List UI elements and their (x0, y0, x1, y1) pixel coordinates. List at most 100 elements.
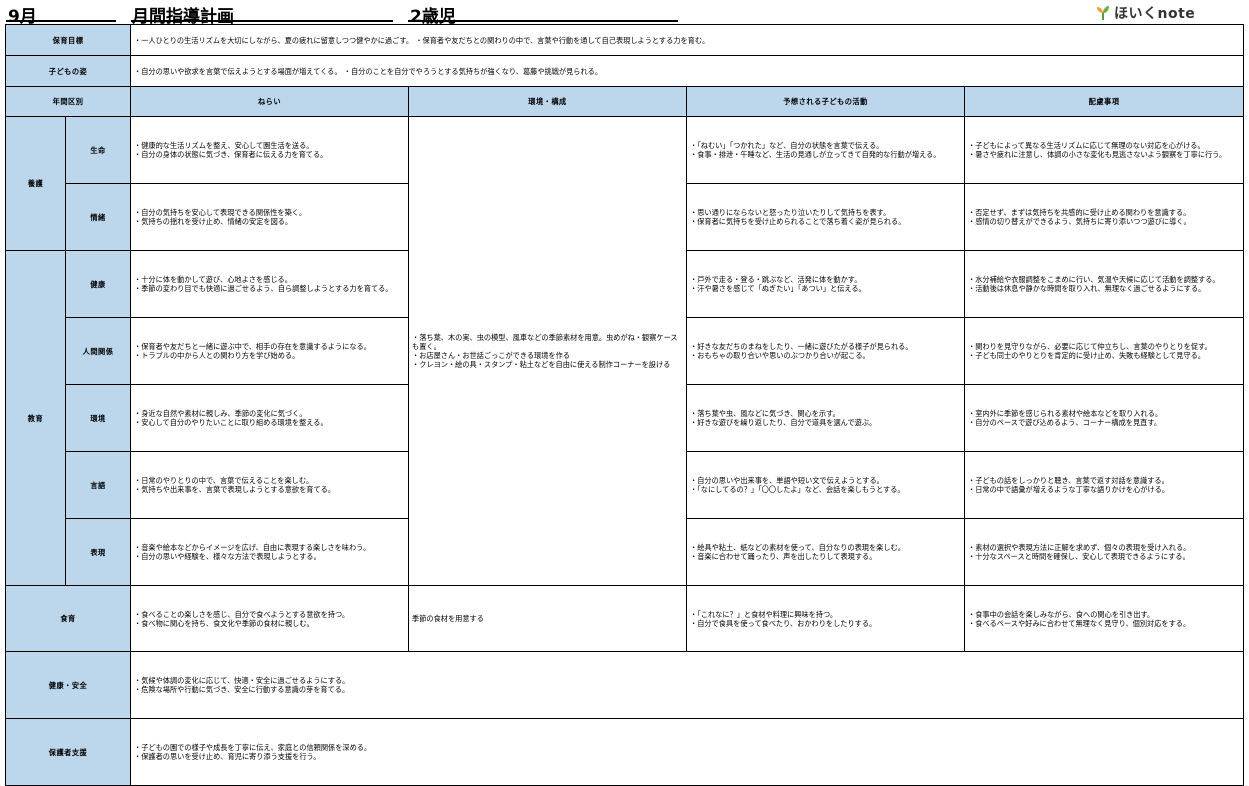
sprout-icon (1097, 6, 1109, 20)
goal-row: 保育目標 ・一人ひとりの生活リズムを大切にしながら、夏の疲れに留意しつつ健やかに… (4, 24, 1245, 56)
logo: ほいくnote (1096, 3, 1195, 23)
aim-line: ・食べることの楽しさを感じ、自分で食べようとする意欲を持つ。 (134, 609, 350, 619)
activity-line: ・落ち葉や虫、風などに気づき、関心を示す。 (690, 409, 840, 418)
safety-label: 健康・安全 (4, 651, 132, 719)
care-line: ・感情の切り替えができるよう、気持ちに寄り添いつつ遊びに導く。 (968, 217, 1191, 226)
column-header-row: 年間区別 ねらい 環境・構成 予想される子どもの活動 配慮事項 (4, 86, 1245, 117)
header-underline (6, 20, 116, 22)
row-label: 環境 (64, 384, 132, 452)
care-line: ・水分補給や衣服調整をこまめに行い、気温や天候に応じて活動を調整する。 (968, 275, 1220, 284)
support-text: ・子どもの園での様子や成長を丁寧に伝え、家庭との信頼関係を深める。 ・保護者の思い… (130, 718, 1245, 786)
care-line: ・子どもの話をしっかりと聴き、言葉で返す対話を意識する。 (968, 476, 1169, 485)
care-cell: ・子どもによって異なる生活リズムに応じて無理のない対応を心がける。 ・暑さや疲れに… (964, 116, 1245, 184)
food-env-cell: 季節の食材を用意する (408, 585, 688, 652)
aim-line: ・日常のやりとりの中で、言葉で伝えることを楽しむ。 (134, 476, 314, 485)
aim-line: ・気持ちの揺れを受け止め、情緒の安定を図る。 (134, 217, 293, 226)
row-label: 健康 (64, 250, 132, 318)
care-cell: ・否定せず、まずは気持ちを共感的に受け止める関わりを意識する。 ・感情の切り替えが… (964, 183, 1245, 251)
activity-line: ・音楽に合わせて踊ったり、声を出したりして表現する。 (690, 552, 877, 561)
safety-line: ・気候や体調の変化に応じて、快適・安全に過ごせるようにする。 (134, 676, 350, 685)
activity-line: ・戸外で走る・登る・跳ぶなど、活発に体を動かす。 (690, 275, 862, 284)
header-underline (408, 20, 678, 22)
care-cell: ・素材の選択や表現方法に正解を求めず、個々の表現を受け入れる。 ・十分なスペースと… (964, 518, 1245, 586)
activity-line: ・汗や暑さを感じて「ぬぎたい」「あつい」と伝える。 (690, 284, 866, 293)
row-safety: 健康・安全 ・気候や体調の変化に応じて、快適・安全に過ごせるようにする。 ・危険な… (4, 651, 1245, 719)
col-activity: 予想される子どもの活動 (686, 86, 966, 117)
food-label: 食育 (4, 585, 132, 652)
activity-line: ・おもちゃの取り合いや思いのぶつかり合いが起こる。 (690, 351, 870, 360)
care-line: ・十分なスペースと時間を確保し、安心して表現できるようにする。 (968, 552, 1190, 561)
row-shokuiku: 食育 ・食べることの楽しさを感じ、自分で食べようとする意欲を持つ。 ・食べ物に関心… (4, 585, 1245, 652)
activity-line: ・自分の思いや出来事を、単語や短い文で伝えようとする。 (690, 476, 884, 485)
activity-line: ・好きな遊びを繰り返したり、自分で道具を選んで遊ぶ。 (690, 418, 877, 427)
safety-text: ・気候や体調の変化に応じて、快適・安全に過ごせるようにする。 ・危険な場所や行動に… (130, 651, 1245, 719)
row-seimei: 養護 生命 ・健康的な生活リズムを整え、安心して園生活を送る。 ・自分の身体の状態… (5, 116, 1245, 586)
support-line: ・保護者の思いを受け止め、育児に寄り添う支援を行う。 (134, 752, 321, 761)
safety-line: ・危険な場所や行動に気づき、安全に行動する意識の芽を育てる。 (134, 685, 350, 694)
env-line: ・落ち葉、木の実、虫の模型、風車などの季節素材を用意。虫めがね・観察ケースも置く… (412, 333, 678, 351)
row-label: 人間関係 (64, 317, 132, 385)
activity-cell: ・自分の思いや出来事を、単語や短い文で伝えようとする。 ・「なにしてるの？」「〇〇… (686, 451, 966, 519)
care-line: ・素材の選択や表現方法に正解を求めず、個々の表現を受け入れる。 (968, 543, 1191, 552)
activity-line: ・食事・排泄・午睡など、生活の見通しが立ってきて自発的な行動が増える。 (690, 150, 941, 159)
care-line: ・子どもによって異なる生活リズムに応じて無理のない対応を心がける。 (968, 141, 1205, 150)
aim-cell: ・音楽や絵本などからイメージを広げ、自由に表現する楽しさを味わう。 ・自分の思いや… (130, 518, 410, 586)
child-label: 子どもの姿 (4, 55, 132, 87)
care-line: ・室内外に季節を感じられる素材や絵本などを取り入れる。 (968, 409, 1163, 418)
care-line: ・活動後は休息や静かな時間を取り入れ、無理なく過ごせるようにする。 (968, 284, 1206, 293)
aim-cell: ・日常のやりとりの中で、言葉で伝えることを楽しむ。 ・気持ちや出来事を、言葉で表現… (130, 451, 410, 519)
activity-line: ・自分で食具を使って食べたり、おかわりをしたりする。 (690, 618, 877, 628)
goal-label: 保育目標 (4, 24, 132, 56)
goal-text: ・一人ひとりの生活リズムを大切にしながら、夏の疲れに留意しつつ健やかに過ごす。 … (130, 24, 1245, 56)
page-header: 9月 月間指導計画 2歳児 ほいくnote (0, 0, 1249, 27)
col-care: 配慮事項 (964, 86, 1245, 117)
aim-line: ・保育者や友だちと一緒に遊ぶ中で、相手の存在を意識するようになる。 (134, 342, 371, 351)
activity-cell: ・「これなに？」と食材や料理に興味を持つ。 ・自分で食具を使って食べたり、おかわり… (686, 585, 966, 652)
group-yogo: 養護 (5, 116, 66, 251)
care-cell: ・室内外に季節を感じられる素材や絵本などを取り入れる。 ・自分のペースで遊び込める… (964, 384, 1245, 452)
activity-cell: ・好きな友だちのまねをしたり、一緒に遊びたがる様子が見られる。 ・おもちゃの取り合… (686, 317, 966, 385)
row-support: 保護者支援 ・子どもの園での様子や成長を丁寧に伝え、家庭との信頼関係を深める。・… (4, 718, 1245, 786)
col-period: 年間区別 (4, 86, 132, 117)
child-row: 子どもの姿 ・自分の思いや欲求を言葉で伝えようとする場面が増えてくる。 ・自分の… (4, 55, 1245, 87)
care-cell: ・水分補給や衣服調整をこまめに行い、気温や天候に応じて活動を調整する。 ・活動後は… (964, 250, 1245, 318)
environment-cell: ・落ち葉、木の実、虫の模型、風車などの季節素材を用意。虫めがね・観察ケースも置く… (408, 116, 688, 586)
activity-line: ・「なにしてるの？」「〇〇したよ」など、会話を楽しもうとする。 (690, 485, 905, 494)
care-line: ・関わりを見守りながら、必要に応じて仲立ちし、言葉のやりとりを促す。 (968, 342, 1212, 351)
col-env: 環境・構成 (408, 86, 688, 117)
activity-cell: ・戸外で走る・登る・跳ぶなど、活発に体を動かす。 ・汗や暑さを感じて「ぬぎたい」「… (686, 250, 966, 318)
care-line: ・自分のペースで遊び込めるよう、コーナー構成を見直す。 (968, 418, 1162, 427)
activity-line: ・保育者に気持ちを受け止められることで落ち着く姿が見られる。 (690, 217, 906, 226)
aim-line: ・音楽や絵本などからイメージを広げ、自由に表現する楽しさを味わう。 (134, 543, 371, 552)
care-cell: ・子どもの話をしっかりと聴き、言葉で返す対話を意識する。 ・日常の中で語彙が増える… (964, 451, 1245, 519)
aim-line: ・トラブルの中から人との関わり方を学び始める。 (134, 351, 300, 360)
care-line: ・否定せず、まずは気持ちを共感的に受け止める関わりを意識する。 (968, 208, 1191, 217)
care-line: ・食べるペースや好みに合わせて無理なく見守り、個別対応をする。 (968, 618, 1191, 628)
aim-line: ・自分の身体の状態に気づき、保育者に伝える力を育てる。 (134, 150, 328, 159)
care-line: ・暑さや疲れに注意し、体調の小さな変化も見逃さないよう観察を丁寧に行う。 (968, 150, 1227, 159)
logo-text: ほいくnote (1114, 6, 1196, 22)
child-text: ・自分の思いや欲求を言葉で伝えようとする場面が増えてくる。 ・自分のことを自分で… (130, 55, 1245, 87)
support-line: ・子どもの園での様子や成長を丁寧に伝え、家庭との信頼関係を深める。 (134, 743, 372, 752)
aim-cell: ・十分に体を動かして遊び、心地よさを感じる。 ・季節の変わり目でも快適に過ごせるよ… (130, 250, 410, 318)
activity-cell: ・「ねむい」「つかれた」など、自分の状態を言葉で伝える。 ・食事・排泄・午睡など、… (686, 116, 966, 184)
env-line: ・お店屋さん・お世話ごっこができる環境を作る (412, 351, 570, 360)
care-cell: ・食事中の会話を楽しみながら、食への関心を引き出す。 ・食べるペースや好みに合わせ… (964, 585, 1245, 652)
monthly-plan-table: 保育目標 ・一人ひとりの生活リズムを大切にしながら、夏の疲れに留意しつつ健やかに… (4, 24, 1245, 786)
care-cell: ・関わりを見守りながら、必要に応じて仲立ちし、言葉のやりとりを促す。 ・子ども同士… (964, 317, 1245, 385)
activity-cell: ・思い通りにならないと怒ったり泣いたりして気持ちを表す。 ・保育者に気持ちを受け止… (686, 183, 966, 251)
activity-line: ・好きな友だちのまねをしたり、一緒に遊びたがる様子が見られる。 (690, 342, 913, 351)
row-label: 情緒 (64, 183, 132, 251)
aim-cell: ・健康的な生活リズムを整え、安心して園生活を送る。 ・自分の身体の状態に気づき、保… (130, 116, 410, 184)
care-line: ・子ども同士のやりとりを肯定的に受け止め、失敗も経験として見守る。 (968, 351, 1205, 360)
aim-cell: ・保育者や友だちと一緒に遊ぶ中で、相手の存在を意識するようになる。 ・トラブルの中… (130, 317, 410, 385)
aim-line: ・十分に体を動かして遊び、心地よさを感じる。 (134, 275, 292, 284)
activity-line: ・思い通りにならないと怒ったり泣いたりして気持ちを表す。 (690, 208, 891, 217)
env-line: ・クレヨン・絵の具・スタンプ・粘土などを自由に使える制作コーナーを設ける (412, 360, 671, 369)
row-label: 表現 (64, 518, 132, 586)
support-label: 保護者支援 (4, 718, 132, 786)
aim-line: ・身近な自然や素材に親しみ、季節の変化に気づく。 (134, 409, 307, 418)
aim-line: ・自分の思いや経験を、様々な方法で表現しようとする。 (134, 552, 321, 561)
aim-line: ・安心して自分のやりたいことに取り組める環境を整える。 (134, 418, 328, 427)
activity-line: ・「これなに？」と食材や料理に興味を持つ。 (690, 609, 838, 619)
